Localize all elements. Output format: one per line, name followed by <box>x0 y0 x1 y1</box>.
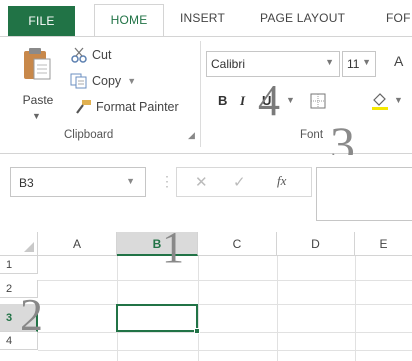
grid-line <box>38 350 412 351</box>
font-name-combobox[interactable]: Calibri ▼ <box>206 51 340 77</box>
format-painter-label: Format Painter <box>96 100 179 114</box>
borders-icon[interactable] <box>310 93 326 109</box>
scissors-icon <box>71 47 87 63</box>
fill-color-icon[interactable] <box>370 91 390 111</box>
fill-handle[interactable] <box>194 328 200 334</box>
font-group-label: Font <box>300 129 324 141</box>
dialog-launcher-icon[interactable]: ◢ <box>188 130 195 141</box>
formula-buttons: ✕ ✓ fx <box>176 167 312 197</box>
insert-function-icon[interactable]: fx <box>277 173 286 189</box>
active-cell-b3[interactable] <box>116 304 198 332</box>
resize-handle-icon[interactable]: ⋮ <box>160 173 174 190</box>
font-size-value: 11 <box>347 57 360 71</box>
italic-button[interactable]: I <box>240 93 245 109</box>
chevron-down-icon[interactable]: ▼ <box>394 95 403 105</box>
column-header-d[interactable]: D <box>277 232 355 256</box>
tab-home[interactable]: HOME <box>94 4 164 36</box>
format-painter-button[interactable]: Format Painter <box>74 97 179 117</box>
tab-file[interactable]: FILE <box>8 6 75 36</box>
paste-icon <box>24 48 51 80</box>
grid-line <box>38 280 412 281</box>
annotation-one: 1 <box>162 223 184 272</box>
column-header-c[interactable]: C <box>198 232 277 256</box>
chevron-down-icon[interactable]: ▼ <box>127 76 136 86</box>
cancel-icon[interactable]: ✕ <box>195 173 208 191</box>
chevron-down-icon[interactable]: ▼ <box>362 57 371 67</box>
grid-line <box>38 304 412 305</box>
copy-label: Copy <box>92 74 122 88</box>
row-header-1[interactable]: 1 <box>0 256 38 274</box>
increase-font-size-button[interactable]: A <box>394 53 403 69</box>
ribbon-home: Paste ▼ Cut Copy ▼ Format Painter Clipbo… <box>0 36 412 169</box>
grid-line <box>198 256 199 361</box>
group-separator <box>200 41 201 147</box>
grid-line <box>38 332 412 333</box>
name-box[interactable]: B3 ▼ <box>10 167 146 197</box>
bold-button[interactable]: B <box>218 93 227 108</box>
select-all-icon <box>24 242 34 252</box>
copy-button[interactable]: Copy ▼ <box>70 71 136 91</box>
chevron-down-icon[interactable]: ▼ <box>325 57 334 67</box>
ribbon-tab-bar: FILE HOME INSERT PAGE LAYOUT FOF <box>0 0 412 36</box>
formula-bar: B3 ▼ ⋮ ✕ ✓ fx <box>0 155 412 231</box>
chevron-down-icon[interactable]: ▼ <box>32 111 41 121</box>
chevron-down-icon[interactable]: ▼ <box>126 176 135 186</box>
enter-icon[interactable]: ✓ <box>233 173 246 191</box>
format-painter-icon <box>76 100 91 114</box>
worksheet-grid: A B C D E 1 2 3 4 1 2 <box>0 226 412 361</box>
annotation-four: 4 <box>258 76 280 125</box>
tab-insert[interactable]: INSERT <box>180 8 225 36</box>
grid-line <box>277 256 278 361</box>
grid-line <box>355 256 356 361</box>
font-size-combobox[interactable]: 11 ▼ <box>342 51 376 77</box>
annotation-two: 2 <box>20 289 43 340</box>
cut-label: Cut <box>92 48 112 62</box>
tab-formulas[interactable]: FOF <box>386 8 411 36</box>
copy-icon <box>70 73 87 89</box>
formula-input[interactable] <box>316 167 412 221</box>
column-header-e[interactable]: E <box>355 232 412 256</box>
paste-label: Paste <box>22 93 54 107</box>
tab-page-layout[interactable]: PAGE LAYOUT <box>260 8 345 36</box>
select-all-button[interactable] <box>0 232 38 256</box>
clipboard-group-label: Clipboard <box>64 129 114 141</box>
name-box-value: B3 <box>19 176 34 190</box>
font-name-value: Calibri <box>211 57 246 71</box>
paste-button[interactable]: Paste ▼ <box>16 43 60 121</box>
column-header-a[interactable]: A <box>38 232 117 256</box>
cut-button[interactable]: Cut <box>70 45 111 65</box>
column-header-b[interactable]: B <box>117 232 198 256</box>
chevron-down-icon[interactable]: ▼ <box>286 95 295 105</box>
